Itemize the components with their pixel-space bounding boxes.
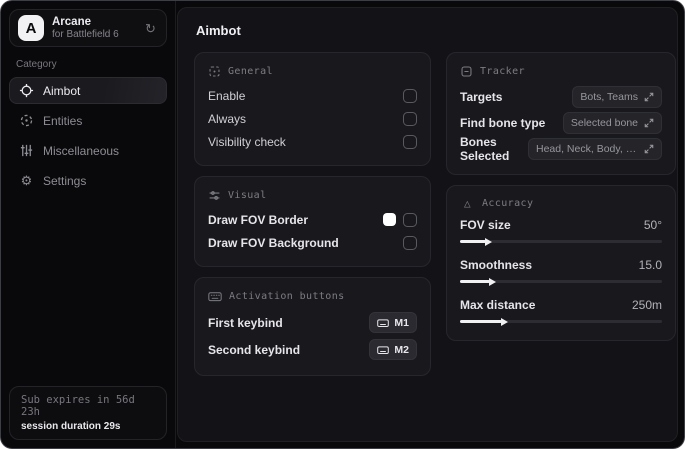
setting-row-fov-border: Draw FOV Border [208, 208, 417, 231]
setting-row-find-bone-type: Find bone type Selected bone [460, 110, 662, 136]
keyboard-icon [377, 318, 390, 328]
card-title: Activation buttons [229, 291, 345, 302]
keyboard-icon [208, 290, 222, 303]
sidebar: A Arcane for Battlefield 6 ↻ Category Ai… [1, 1, 176, 448]
keyboard-icon [377, 345, 390, 355]
setting-row-smoothness: Smoothness 15.0 [460, 255, 662, 286]
sidebar-nav: Aimbot Entities Miscellaneous ⚙ Settings [9, 77, 167, 194]
targets-dropdown[interactable]: Bots, Teams [572, 86, 662, 108]
expand-icon [644, 92, 654, 102]
sidebar-item-label: Entities [43, 113, 83, 128]
sidebar-item-miscellaneous[interactable]: Miscellaneous [9, 137, 167, 164]
sidebar-item-label: Miscellaneous [43, 143, 120, 158]
card-title: Accuracy [482, 198, 534, 209]
refresh-icon[interactable]: ↻ [143, 22, 158, 35]
setting-row-max-distance: Max distance 250m [460, 295, 662, 326]
sidebar-item-entities[interactable]: Entities [9, 107, 167, 134]
general-card: General Enable Always Visibility check [194, 52, 431, 166]
slider-thumb[interactable] [501, 317, 509, 326]
page-title: Aimbot [196, 23, 241, 38]
brand-card: A Arcane for Battlefield 6 ↻ [9, 9, 167, 47]
main-panel: Aimbot General Enable Always Visibility … [177, 7, 678, 442]
activation-card: Activation buttons First keybind M1 Seco… [194, 277, 431, 376]
fov-border-checkbox[interactable] [403, 212, 417, 227]
tracker-card: Tracker Targets Bots, Teams Find bone ty… [446, 52, 676, 175]
crosshair-icon [19, 83, 34, 98]
smoothness-value: 15.0 [638, 258, 662, 272]
sidebar-item-aimbot[interactable]: Aimbot [9, 77, 167, 104]
card-title: Tracker [480, 66, 525, 77]
sidebar-item-settings[interactable]: ⚙ Settings [9, 167, 167, 194]
max-distance-value: 250m [631, 298, 662, 312]
setting-row-first-keybind: First keybind M1 [208, 309, 417, 336]
app-logo: A [18, 15, 44, 41]
slider-thumb[interactable] [485, 237, 493, 246]
card-title: Visual [228, 190, 267, 201]
enable-checkbox[interactable] [403, 88, 417, 103]
app-window: A Arcane for Battlefield 6 ↻ Category Ai… [0, 0, 685, 449]
setting-row-fov-size: FOV size 50° [460, 215, 662, 246]
setting-row-targets: Targets Bots, Teams [460, 84, 662, 110]
setting-row-second-keybind: Second keybind M2 [208, 336, 417, 363]
fov-background-checkbox[interactable] [403, 235, 417, 250]
second-keybind-button[interactable]: M2 [369, 339, 417, 360]
sidebar-item-label: Aimbot [43, 83, 81, 98]
find-bone-type-dropdown[interactable]: Selected bone [562, 112, 662, 134]
max-distance-slider[interactable] [460, 317, 662, 326]
setting-row-visibility-check: Visibility check [208, 130, 417, 153]
app-title: Arcane [52, 15, 91, 28]
always-checkbox[interactable] [403, 111, 417, 126]
triangle-icon: △ [463, 197, 472, 210]
setting-row-fov-background: Draw FOV Background [208, 231, 417, 254]
bones-selected-dropdown[interactable]: Head, Neck, Body, Pe... [528, 138, 662, 160]
fov-size-value: 50° [643, 218, 662, 232]
session-duration-text: session duration 29s [21, 421, 121, 432]
tune-icon [208, 189, 221, 202]
setting-row-enable: Enable [208, 84, 417, 107]
app-subtitle: for Battlefield 6 [52, 28, 119, 40]
subscription-card: Sub expires in 56d 23h session duration … [9, 386, 167, 440]
visibility-check-checkbox[interactable] [403, 134, 417, 149]
expand-icon [644, 118, 654, 128]
smoothness-slider[interactable] [460, 277, 662, 286]
minus-square-icon [460, 65, 473, 78]
fov-size-slider[interactable] [460, 237, 662, 246]
sliders-icon [19, 143, 34, 158]
fov-border-color-swatch[interactable] [383, 213, 396, 226]
setting-row-bones-selected: Bones Selected Head, Neck, Body, Pe... [460, 135, 662, 163]
sub-expiry-text: Sub expires in 56d 23h [21, 394, 135, 418]
visual-card: Visual Draw FOV Border Draw FOV Backgrou… [194, 176, 431, 267]
entities-icon [19, 113, 34, 128]
scan-icon [208, 65, 221, 78]
gear-icon: ⚙ [20, 173, 33, 188]
sidebar-item-label: Settings [43, 173, 87, 188]
card-title: General [228, 66, 273, 77]
accuracy-card: △ Accuracy FOV size 50° Smoothness 15.0 … [446, 185, 676, 341]
expand-icon [644, 144, 654, 154]
setting-row-always: Always [208, 107, 417, 130]
first-keybind-button[interactable]: M1 [369, 312, 417, 333]
category-label: Category [16, 59, 57, 70]
slider-thumb[interactable] [489, 277, 497, 286]
